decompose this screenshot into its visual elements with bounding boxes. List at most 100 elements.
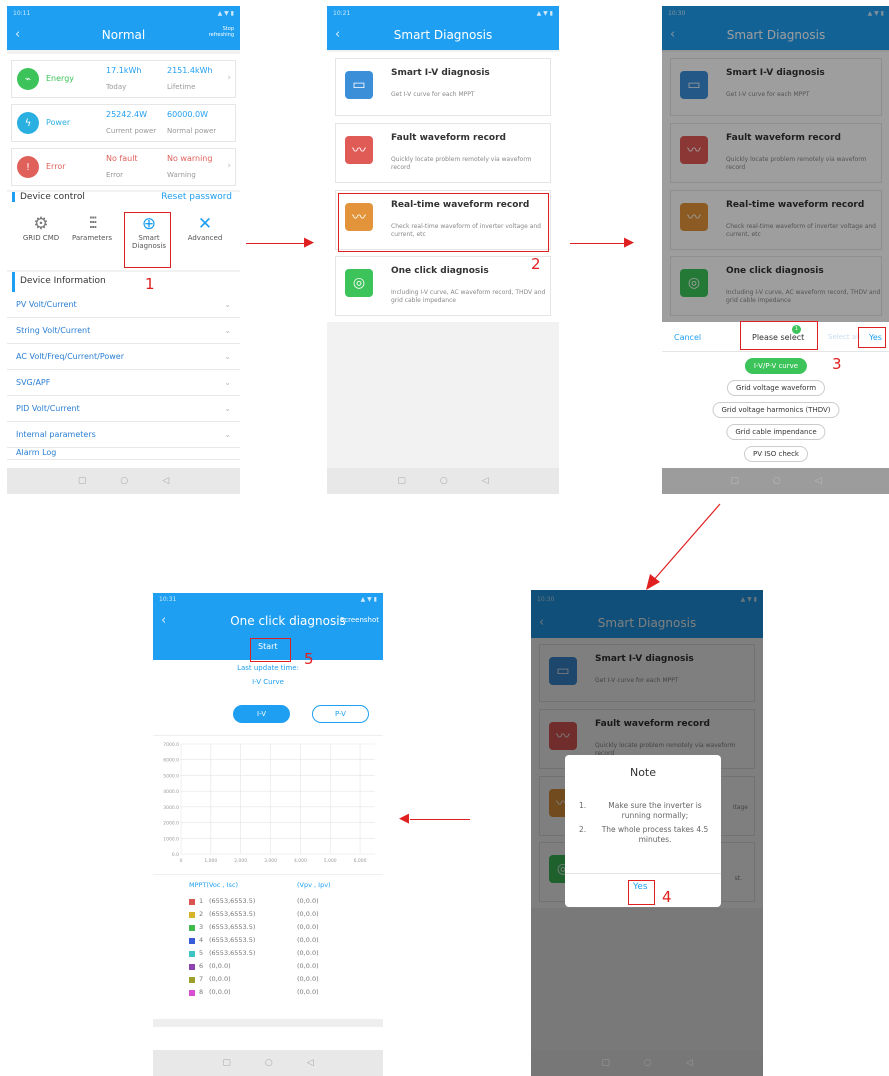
smart-iv-card[interactable]: ▭ Smart I-V diagnosis Get I-V curve for e… bbox=[335, 58, 551, 116]
home-icon[interactable]: ○ bbox=[644, 1058, 652, 1068]
mppt-number: 1 bbox=[199, 897, 204, 905]
energy-today-value: 17.1kWh bbox=[106, 66, 142, 75]
back-nav-icon[interactable]: ◁ bbox=[307, 1058, 314, 1068]
curve-label: I-V Curve bbox=[252, 678, 284, 686]
legend-swatch bbox=[189, 951, 195, 957]
energy-row[interactable]: ⌁ Energy 17.1kWh Today 2151.4kWh Lifetim… bbox=[11, 60, 236, 98]
power-label: Power bbox=[46, 118, 71, 127]
back-icon[interactable]: ‹ bbox=[15, 27, 20, 42]
select-all-button[interactable]: Select all bbox=[828, 333, 860, 341]
grid-cmd-button[interactable]: ⚙ GRID CMD bbox=[17, 214, 65, 242]
home-icon[interactable]: ○ bbox=[773, 476, 781, 486]
x-tick-label: 0 bbox=[180, 858, 183, 864]
cancel-button[interactable]: Cancel bbox=[674, 333, 701, 342]
option-thdv[interactable]: Grid voltage harmonics (THDV) bbox=[712, 402, 840, 418]
chevron-down-icon: ⌄ bbox=[224, 352, 231, 361]
tab-pv[interactable]: P-V bbox=[312, 705, 369, 723]
tab-iv[interactable]: I-V bbox=[233, 705, 290, 723]
legend-row: 1 (6553,6553.5) (0,0.0) bbox=[153, 897, 383, 909]
energy-lifetime-label: Lifetime bbox=[167, 83, 196, 91]
parameters-label: Parameters bbox=[71, 234, 113, 242]
list-item-ac-volt[interactable]: AC Volt/Freq/Current/Power ⌄ bbox=[7, 344, 240, 370]
error-row[interactable]: ! Error No fault Error No warning Warnin… bbox=[11, 148, 236, 186]
note-item-2: 2. The whole process takes 4.5 minutes. bbox=[579, 825, 709, 844]
recent-apps-icon[interactable]: ▢ bbox=[222, 1058, 231, 1068]
recent-apps-icon[interactable]: ▢ bbox=[601, 1058, 610, 1068]
top-bar: ‹ Smart Diagnosis bbox=[327, 20, 559, 50]
arrow-head-right-icon: ▶ bbox=[304, 235, 314, 250]
list-item-internal[interactable]: Internal parameters ⌄ bbox=[7, 422, 240, 448]
reset-password-link[interactable]: Reset password bbox=[161, 192, 232, 202]
y-tick-label: 0.0 bbox=[172, 852, 179, 858]
back-nav-icon[interactable]: ◁ bbox=[482, 476, 489, 486]
device-control-heading: Device control bbox=[12, 192, 85, 202]
advanced-label: Advanced bbox=[187, 234, 223, 242]
home-icon[interactable]: ○ bbox=[440, 476, 448, 486]
list-item-pv-volt[interactable]: PV Volt/Current ⌄ bbox=[7, 292, 240, 318]
error-label: Error bbox=[46, 162, 66, 171]
screenshot-button[interactable]: Screenshot bbox=[340, 616, 379, 624]
mppt-legend: 1 (6553,6553.5) (0,0.0) 2 (6553,6553.5) (0,0.… bbox=[153, 897, 383, 1019]
arrow-4-to-5 bbox=[410, 819, 470, 820]
legend-swatch bbox=[189, 899, 195, 905]
advanced-button[interactable]: ✕ Advanced bbox=[181, 214, 229, 242]
back-nav-icon[interactable]: ◁ bbox=[686, 1058, 693, 1068]
option-grid-voltage-waveform[interactable]: Grid voltage waveform bbox=[726, 380, 826, 396]
legend-row: 5 (6553,6553.5) (0,0.0) bbox=[153, 949, 383, 961]
stop-refreshing-button[interactable]: Stop refreshing bbox=[204, 26, 234, 38]
power-icon: ϟ bbox=[17, 112, 39, 134]
status-bar: 10:31 ▲ ▼ ▮ bbox=[153, 593, 383, 606]
home-icon[interactable]: ○ bbox=[120, 476, 128, 486]
status-bar: 10:11 ▲ ▼ ▮ bbox=[7, 6, 240, 20]
recent-apps-icon[interactable]: ▢ bbox=[397, 476, 406, 486]
y-tick-label: 6000.0 bbox=[163, 758, 179, 764]
back-icon[interactable]: ‹ bbox=[161, 613, 166, 628]
fault-value: No fault bbox=[106, 154, 138, 163]
one-click-diagnosis-card[interactable]: ◎ One click diagnosis Including I-V curve… bbox=[335, 256, 551, 316]
home-icon[interactable]: ○ bbox=[265, 1058, 273, 1068]
current-power-value: 25242.4W bbox=[106, 110, 147, 119]
list-item-string-volt[interactable]: String Volt/Current ⌄ bbox=[7, 318, 240, 344]
step-5-highlight bbox=[250, 638, 291, 662]
option-grid-cable-impedance[interactable]: Grid cable impendance bbox=[726, 424, 826, 440]
iv-curve-icon: ▭ bbox=[345, 71, 373, 99]
legend-swatch bbox=[189, 925, 195, 931]
android-nav-bar: ▢ ○ ◁ bbox=[531, 1050, 763, 1076]
sliders-icon: ⫶⫶⫶ bbox=[88, 214, 98, 234]
arrow-head-right-icon: ▶ bbox=[624, 235, 634, 250]
legend-row: 3 (6553,6553.5) (0,0.0) bbox=[153, 923, 383, 935]
mppt-voc-isc: (0,0.0) bbox=[209, 975, 231, 983]
mppt-voc-isc: (0,0.0) bbox=[209, 962, 231, 970]
legend-swatch bbox=[189, 977, 195, 983]
android-nav-bar: ▢ ○ ◁ bbox=[153, 1050, 383, 1076]
mppt-vpv-ipv: (0,0.0) bbox=[297, 949, 319, 957]
option-pv-iso-check[interactable]: PV ISO check bbox=[744, 446, 808, 462]
list-item-svg-apf[interactable]: SVG/APF ⌄ bbox=[7, 370, 240, 396]
mppt-number: 2 bbox=[199, 910, 204, 918]
chevron-down-icon: ⌄ bbox=[224, 378, 231, 387]
back-nav-icon[interactable]: ◁ bbox=[162, 476, 169, 486]
step-1-number: 1 bbox=[145, 275, 155, 293]
recent-apps-icon[interactable]: ▢ bbox=[730, 476, 739, 486]
y-tick-label: 2000.0 bbox=[163, 821, 179, 827]
list-item-pid[interactable]: PID Volt/Current ⌄ bbox=[7, 396, 240, 422]
grid-cmd-label: GRID CMD bbox=[22, 234, 60, 242]
arrow-head-left-icon: ◀ bbox=[399, 811, 409, 826]
normal-power-label: Normal power bbox=[167, 127, 217, 135]
mppt-vpv-ipv: (0,0.0) bbox=[297, 897, 319, 905]
option-iv-pv-curve[interactable]: I-V/P-V curve bbox=[744, 358, 808, 374]
energy-today-label: Today bbox=[106, 83, 127, 91]
y-tick-label: 1000.0 bbox=[163, 836, 179, 842]
current-power-label: Current power bbox=[106, 127, 157, 135]
recent-apps-icon[interactable]: ▢ bbox=[78, 476, 87, 486]
fault-waveform-card[interactable]: 〰 Fault waveform record Quickly locate pr… bbox=[335, 123, 551, 183]
back-icon[interactable]: ‹ bbox=[335, 27, 340, 42]
back-nav-icon[interactable]: ◁ bbox=[815, 476, 822, 486]
list-item-alarm-log[interactable]: Alarm Log bbox=[7, 448, 240, 460]
chart-area: 0.0 1000.0 2000.0 3000.0 4000.0 5000.0 6000.0 7… bbox=[153, 735, 383, 875]
x-tick-label: 1,000 bbox=[204, 858, 217, 864]
x-tick-label: 4,000 bbox=[294, 858, 307, 864]
legend-swatch bbox=[189, 938, 195, 944]
fault-waveform-icon: 〰 bbox=[345, 136, 373, 164]
parameters-button[interactable]: ⫶⫶⫶ Parameters bbox=[68, 214, 116, 242]
